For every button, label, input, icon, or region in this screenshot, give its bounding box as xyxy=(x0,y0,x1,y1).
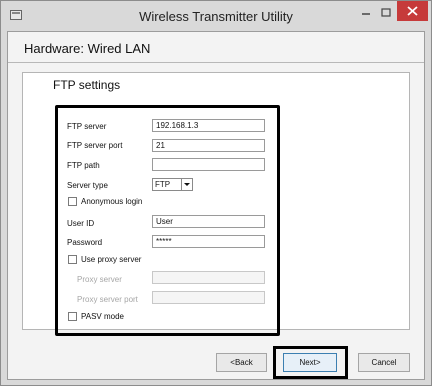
ftp-server-label: FTP server xyxy=(67,122,107,131)
header-divider xyxy=(8,62,424,63)
pasv-mode-label: PASV mode xyxy=(81,312,124,321)
anonymous-login-label: Anonymous login xyxy=(81,197,143,206)
close-button[interactable] xyxy=(397,1,428,21)
use-proxy-checkbox[interactable] xyxy=(68,255,77,264)
server-type-value: FTP xyxy=(155,180,171,189)
title-bar[interactable]: Wireless Transmitter Utility xyxy=(1,1,431,31)
proxy-port-label: Proxy server port xyxy=(77,295,138,304)
ftp-server-input[interactable]: 192.168.1.3 xyxy=(152,119,265,132)
ftp-port-label: FTP server port xyxy=(67,141,123,150)
section-title: FTP settings xyxy=(53,78,121,92)
password-label: Password xyxy=(67,238,103,247)
ftp-path-input[interactable] xyxy=(152,158,265,171)
proxy-port-input[interactable] xyxy=(152,291,265,304)
close-icon xyxy=(407,6,418,16)
maximize-icon[interactable] xyxy=(377,5,395,21)
server-type-label: Server type xyxy=(67,181,108,190)
anonymous-login-checkbox[interactable] xyxy=(68,197,77,206)
minimize-icon[interactable] xyxy=(357,5,375,21)
user-id-label: User ID xyxy=(67,219,95,228)
use-proxy-label: Use proxy server xyxy=(81,255,142,264)
app-window: Wireless Transmitter Utility Hardware: W… xyxy=(0,0,432,386)
back-button[interactable]: <Back xyxy=(216,353,267,372)
pasv-mode-checkbox[interactable] xyxy=(68,312,77,321)
page-heading: Hardware: Wired LAN xyxy=(24,41,151,56)
password-input[interactable]: ***** xyxy=(152,235,265,248)
cancel-button[interactable]: Cancel xyxy=(358,353,410,372)
proxy-server-label: Proxy server xyxy=(77,275,122,284)
server-type-select[interactable]: FTP xyxy=(152,178,193,191)
user-id-input[interactable]: User xyxy=(152,215,265,228)
chevron-down-icon[interactable] xyxy=(181,179,192,190)
ftp-path-label: FTP path xyxy=(67,161,100,170)
ftp-port-input[interactable]: 21 xyxy=(152,139,265,152)
proxy-server-input[interactable] xyxy=(152,271,265,284)
next-button[interactable]: Next> xyxy=(283,353,337,372)
